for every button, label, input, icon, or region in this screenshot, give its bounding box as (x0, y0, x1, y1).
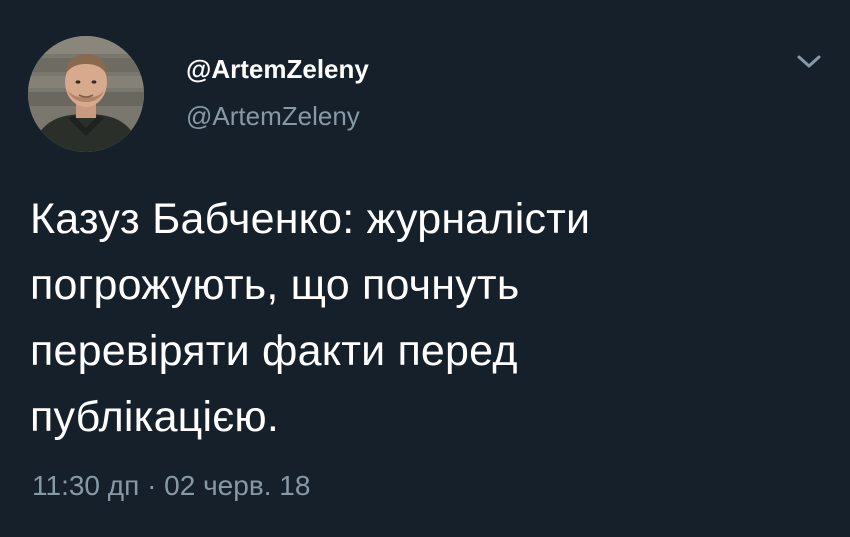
user-handle[interactable]: @ArtemZeleny (186, 101, 360, 132)
tweet-time: 11:30 дп (32, 470, 140, 501)
tweet-menu-button[interactable] (792, 50, 826, 74)
display-name[interactable]: @ArtemZeleny (186, 54, 369, 85)
meta-separator: · (147, 470, 157, 501)
tweet-card: @ArtemZeleny @ArtemZeleny Казуз Бабченко… (0, 0, 850, 537)
tweet-text-line: погрожують, що почнуть (30, 261, 520, 309)
avatar[interactable] (28, 36, 144, 152)
tweet-timestamp[interactable]: 11:30 дп · 02 черв. 18 (32, 470, 310, 502)
profile-photo (28, 36, 144, 152)
tweet-text-line: публікацією. (30, 393, 279, 441)
tweet-date: 02 черв. 18 (164, 470, 311, 501)
chevron-down-icon (797, 55, 821, 68)
tweet-text-line: Казуз Бабченко: журналісти (30, 195, 591, 243)
tweet-text: Казуз Бабченко: журналісти погрожують, щ… (30, 186, 820, 450)
tweet-text-line: перевіряти факти перед (30, 327, 518, 375)
